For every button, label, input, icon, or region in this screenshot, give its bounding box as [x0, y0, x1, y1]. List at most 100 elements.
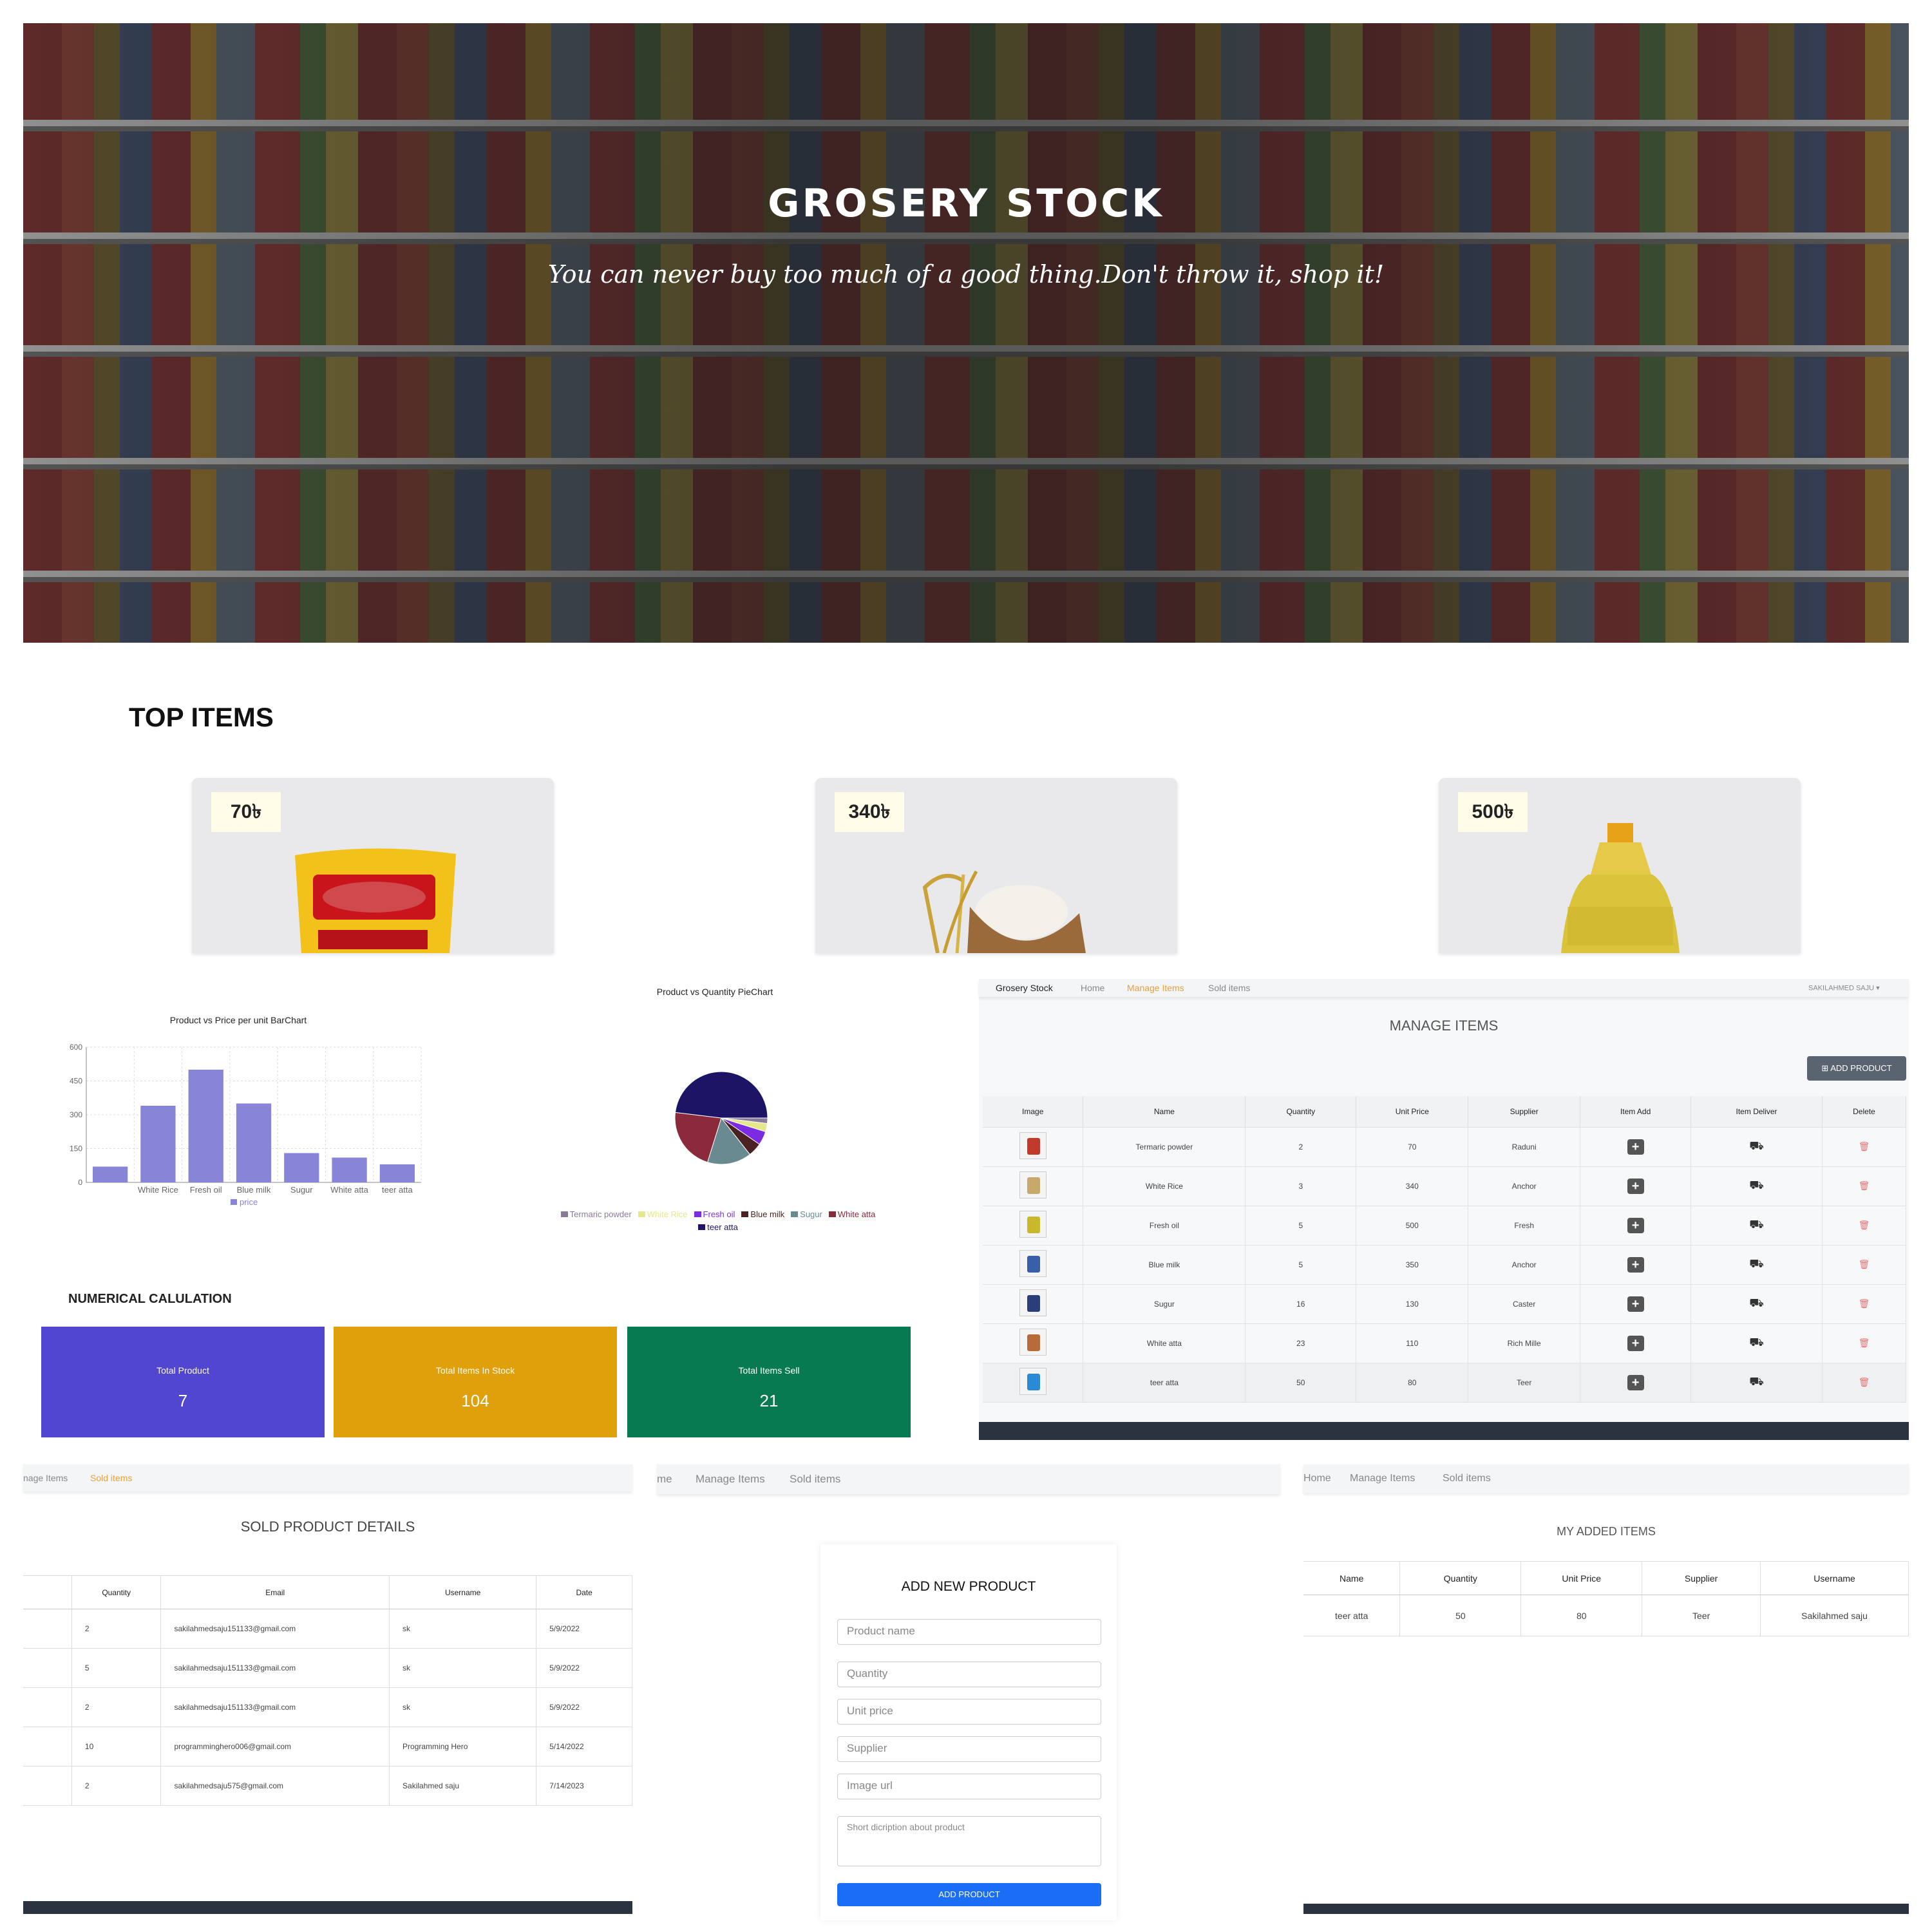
cell-email: sakilahmedsaju151133@gmail.com	[160, 1648, 390, 1688]
brand-logo[interactable]: Grosery Stock	[996, 983, 1053, 993]
cell-item-deliver: ⛟	[1690, 1245, 1823, 1285]
delivery-icon[interactable]: ⛟	[1749, 1139, 1764, 1155]
plus-icon[interactable]: +	[1627, 1374, 1644, 1390]
trash-icon[interactable]: 🗑	[1859, 1298, 1870, 1309]
hero-banner: GROSERY STOCK You can never buy too much…	[23, 23, 1909, 643]
product-thumbnail	[1019, 1368, 1046, 1395]
x-tick-label: White atta	[330, 1185, 368, 1195]
cell-item-add: +	[1580, 1127, 1692, 1167]
cell-delete: 🗑	[1822, 1166, 1907, 1206]
cell-quantity: 5	[1245, 1245, 1357, 1285]
plus-icon[interactable]: +	[1627, 1256, 1644, 1273]
legend-swatch	[791, 1211, 799, 1217]
nav-sold-items[interactable]: Sold items	[1208, 983, 1250, 993]
product-thumbnail	[1019, 1250, 1046, 1277]
top-item-card[interactable]: 340৳	[815, 778, 1177, 953]
stat-card-total-sell: Total Items Sell 21	[627, 1327, 911, 1437]
cell-blank	[23, 1687, 72, 1727]
table-row: teer atta 50 80 Teer Sakilahmed saju	[1303, 1595, 1909, 1636]
cell-quantity: 50	[1399, 1595, 1522, 1636]
cell-username: Programming Hero	[389, 1727, 537, 1766]
cell-blank	[23, 1648, 72, 1688]
page-title: SOLD PRODUCT DETAILS	[240, 1519, 415, 1535]
delivery-icon[interactable]: ⛟	[1749, 1336, 1764, 1351]
legend-swatch	[560, 1211, 568, 1217]
delivery-icon[interactable]: ⛟	[1749, 1218, 1764, 1233]
plus-icon[interactable]: +	[1627, 1296, 1644, 1312]
user-menu[interactable]: SAKILAHMED SAJU ▾	[1808, 984, 1880, 992]
cell-delete: 🗑	[1822, 1245, 1907, 1285]
bar-chart-title: Product vs Price per unit BarChart	[169, 1015, 307, 1025]
product-thumbnail-fill	[1027, 1295, 1040, 1312]
cell-quantity: 10	[71, 1727, 162, 1766]
delivery-icon[interactable]: ⛟	[1749, 1296, 1764, 1312]
x-tick-label: White Rice	[138, 1185, 178, 1195]
bar	[332, 1157, 367, 1182]
nav-manage-items[interactable]: Manage Items	[1350, 1473, 1415, 1484]
product-thumbnail-fill	[1027, 1217, 1040, 1233]
trash-icon[interactable]: 🗑	[1859, 1180, 1870, 1191]
nav-sold-items[interactable]: Sold items	[90, 1473, 132, 1483]
x-tick-label: Sugur	[290, 1185, 313, 1195]
cell-quantity: 16	[1245, 1284, 1357, 1324]
legend-item: Termaric powder	[560, 1209, 632, 1219]
cell-name: Termaric powder	[1083, 1127, 1246, 1167]
product-name-input[interactable]: Product name	[837, 1619, 1101, 1645]
trash-icon[interactable]: 🗑	[1859, 1259, 1870, 1270]
table-row: White atta 23 110 Rich Mille + ⛟ 🗑	[983, 1323, 1907, 1363]
plus-icon[interactable]: +	[1627, 1178, 1644, 1194]
plus-icon[interactable]: +	[1627, 1139, 1644, 1155]
hero-title: GROSERY STOCK	[768, 181, 1164, 226]
trash-icon[interactable]: 🗑	[1859, 1338, 1870, 1349]
description-textarea[interactable]: Short dicription about product	[837, 1816, 1101, 1866]
column-header: Quantity	[1245, 1096, 1357, 1128]
plus-icon[interactable]: +	[1627, 1335, 1644, 1351]
footer-bar	[979, 1422, 1909, 1440]
cell-image	[983, 1206, 1084, 1245]
stat-label: Total Items In Stock	[435, 1365, 515, 1376]
delivery-icon[interactable]: ⛟	[1749, 1257, 1764, 1273]
nav-home[interactable]: Home	[1081, 983, 1104, 993]
top-item-card[interactable]: 500৳	[1439, 778, 1801, 953]
add-product-submit-button[interactable]: ADD PRODUCT	[837, 1883, 1101, 1906]
cell-supplier: Raduni	[1468, 1127, 1581, 1167]
y-tick-label: 300	[70, 1110, 82, 1119]
column-header: Name	[1083, 1096, 1246, 1128]
nav-manage-items[interactable]: Manage Items	[1127, 983, 1184, 993]
image-url-input[interactable]: Image url	[837, 1774, 1101, 1799]
cell-email: sakilahmedsaju151133@gmail.com	[160, 1609, 390, 1649]
product-thumbnail-fill	[1027, 1177, 1040, 1194]
delivery-icon[interactable]: ⛟	[1749, 1375, 1764, 1390]
quantity-input[interactable]: Quantity	[837, 1662, 1101, 1687]
trash-icon[interactable]: 🗑	[1859, 1220, 1870, 1231]
add-product-button[interactable]: ⊞ ADD PRODUCT	[1807, 1056, 1906, 1081]
rice-sack-image	[922, 870, 1086, 953]
stat-card-total-product: Total Product 7	[41, 1327, 325, 1437]
column-header: Username	[389, 1575, 537, 1609]
nav-home[interactable]: Home	[1303, 1473, 1331, 1484]
legend-item: Sugur	[791, 1209, 822, 1219]
cell-supplier: Anchor	[1468, 1166, 1581, 1206]
nav-manage-items[interactable]: Manage Items	[696, 1473, 765, 1486]
legend-swatch	[828, 1211, 836, 1217]
plus-icon[interactable]: +	[1627, 1217, 1644, 1233]
x-tick-label: teer atta	[382, 1185, 413, 1195]
y-tick-label: 150	[70, 1144, 82, 1153]
delivery-icon[interactable]: ⛟	[1749, 1179, 1764, 1194]
column-header: Unit Price	[1520, 1561, 1643, 1595]
nav-sold-items[interactable]: Sold items	[790, 1473, 840, 1486]
cell-name: teer atta	[1303, 1595, 1401, 1636]
nav-manage-items[interactable]: nage Items	[23, 1473, 68, 1483]
nav-home[interactable]: me	[657, 1473, 672, 1486]
cell-image	[983, 1166, 1084, 1206]
supplier-input[interactable]: Supplier	[837, 1736, 1101, 1762]
bar	[188, 1070, 223, 1182]
product-thumbnail	[1019, 1132, 1046, 1159]
cell-supplier: Caster	[1468, 1284, 1581, 1324]
unit-price-input[interactable]: Unit price	[837, 1699, 1101, 1725]
nav-sold-items[interactable]: Sold items	[1443, 1473, 1491, 1484]
top-item-card[interactable]: 70৳	[192, 778, 554, 953]
page-title: MY ADDED ITEMS	[1557, 1525, 1656, 1538]
trash-icon[interactable]: 🗑	[1859, 1377, 1870, 1388]
trash-icon[interactable]: 🗑	[1859, 1141, 1870, 1152]
